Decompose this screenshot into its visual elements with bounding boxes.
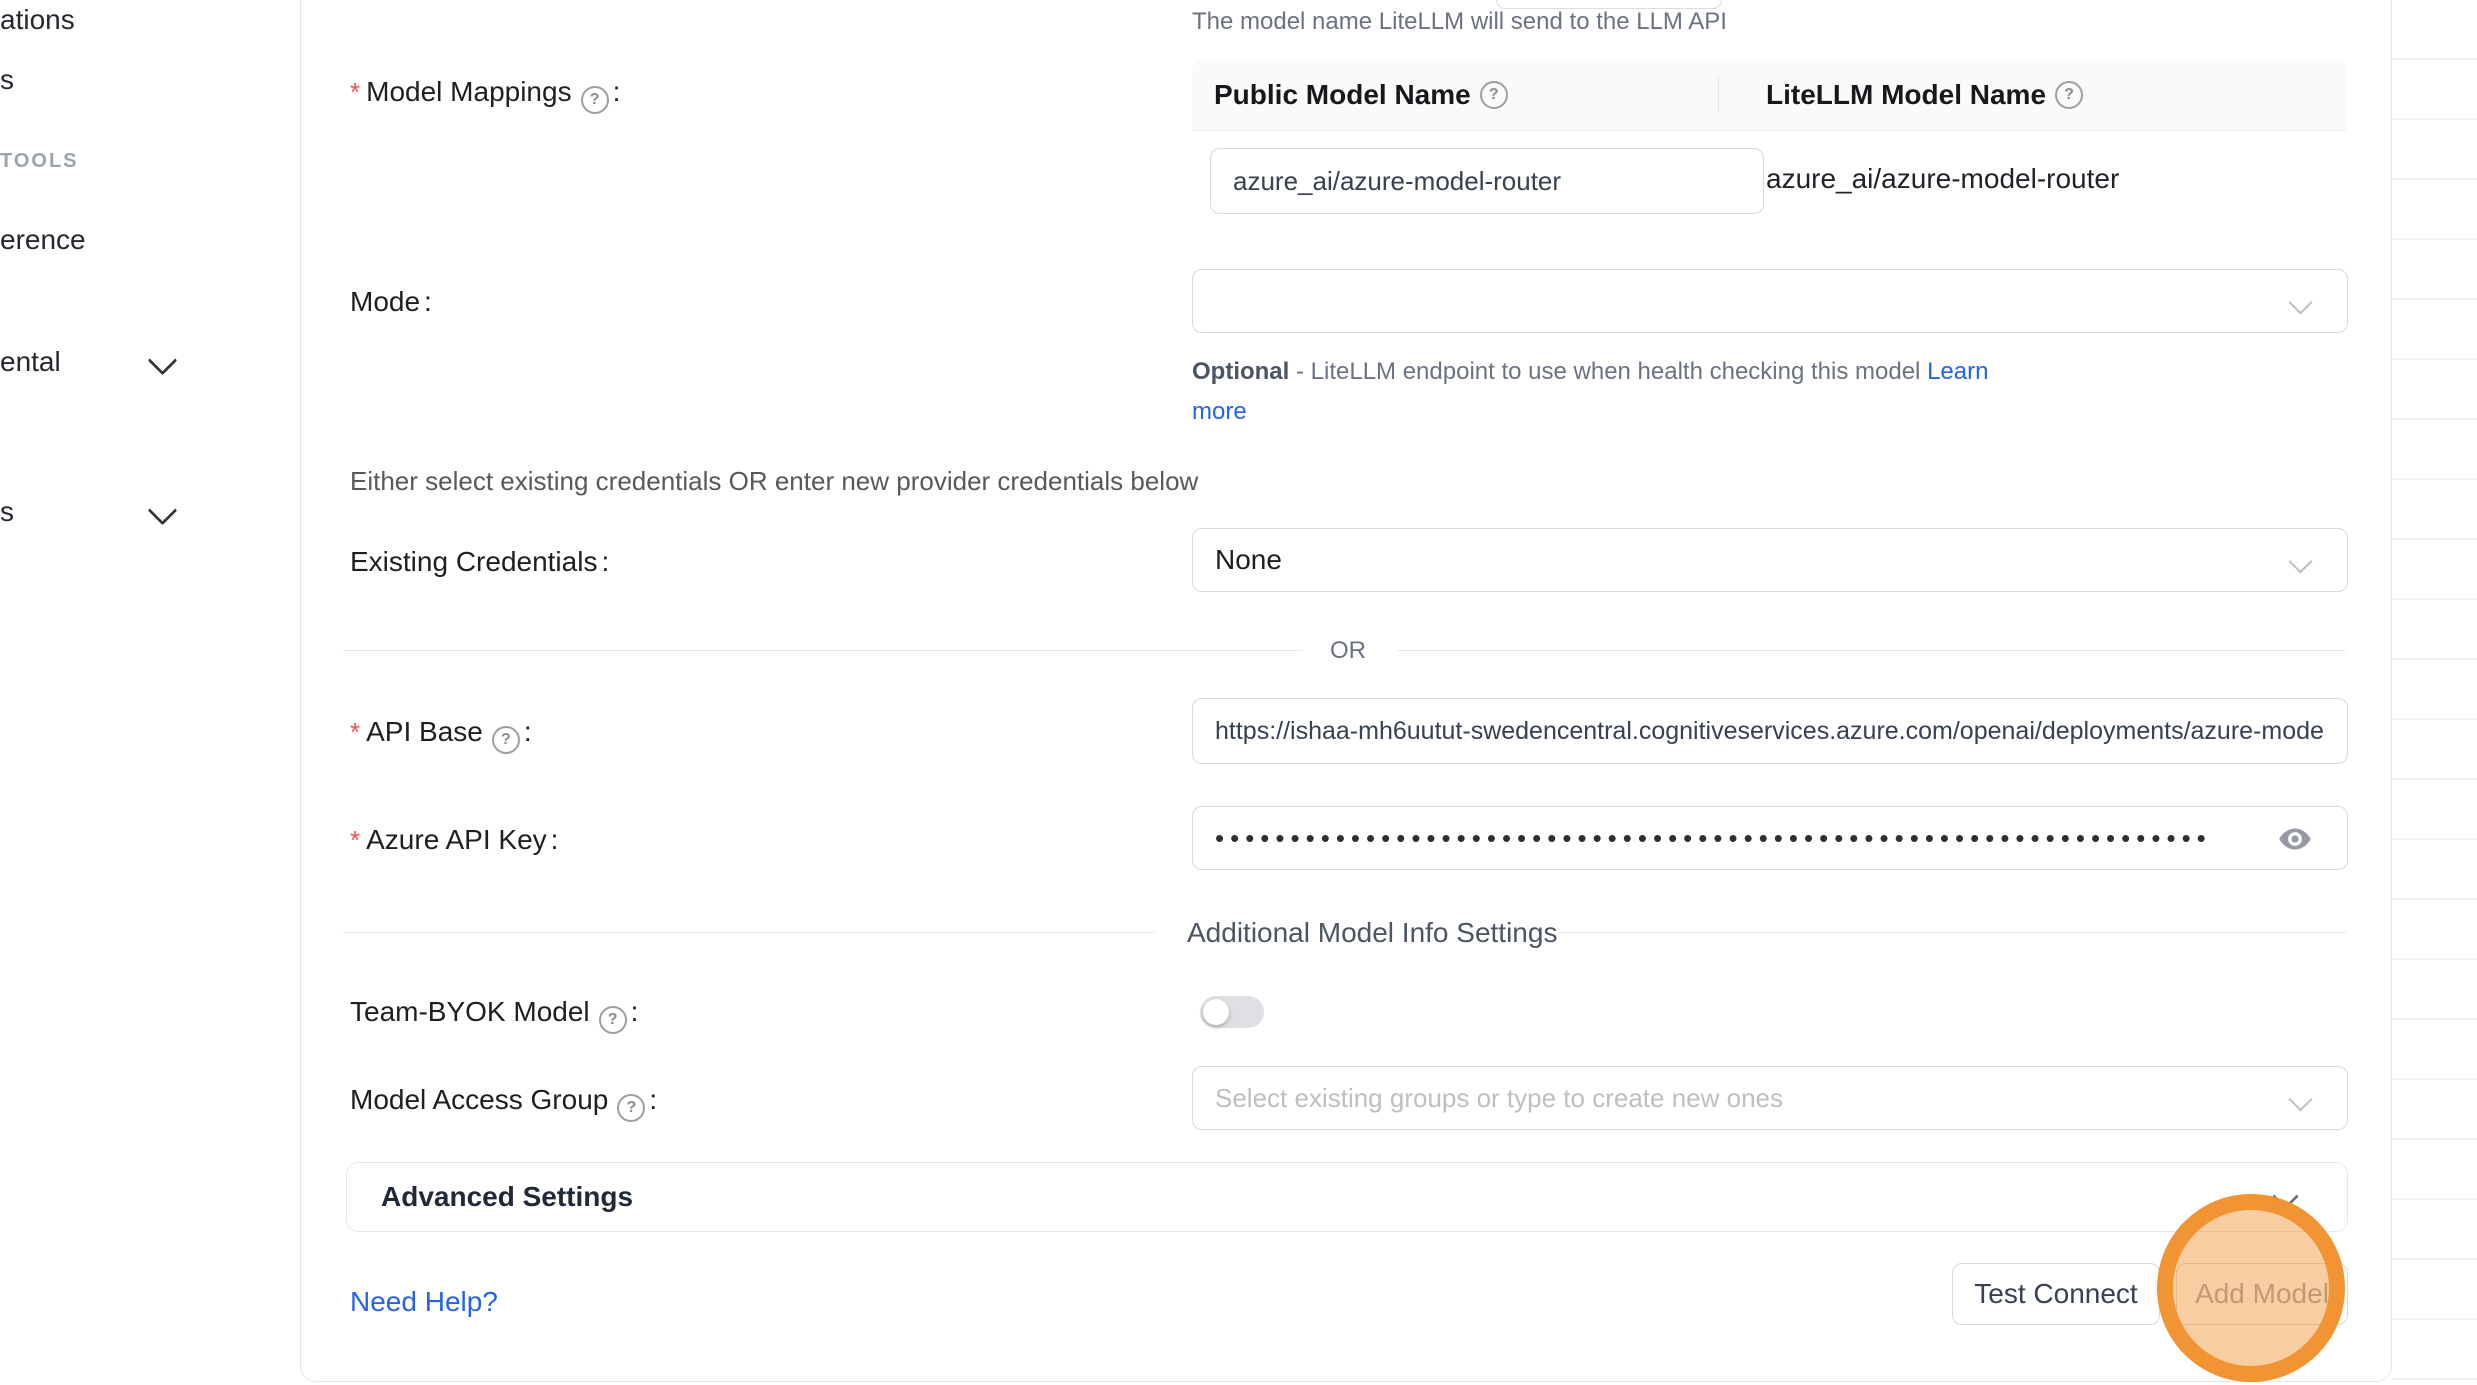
team-byok-label: Team-BYOK Model?: (350, 996, 638, 1034)
sidebar-item-inference[interactable]: erence (0, 224, 86, 256)
required-asterisk: * (350, 77, 360, 107)
background-table-lines (2392, 0, 2477, 1385)
section-divider-line-left (343, 932, 1155, 933)
click-annotation-circle (2157, 1194, 2345, 1382)
add-model-page: ations s TOOLS erence ental s The model … (0, 0, 2477, 1385)
table-row: azure_ai/azure-model-router azure_ai/azu… (1192, 131, 2346, 292)
advanced-settings-panel[interactable]: Advanced Settings (346, 1162, 2348, 1232)
help-question-icon[interactable]: ? (599, 1006, 627, 1034)
help-question-icon[interactable]: ? (1480, 81, 1508, 109)
chevron-down-icon (2288, 290, 2312, 314)
model-access-group-select[interactable]: Select existing groups or type to create… (1192, 1066, 2348, 1130)
required-asterisk: * (350, 717, 360, 747)
mode-label: Mode: (350, 286, 432, 318)
column-header-public-model-name: Public Model Name ? (1214, 79, 1508, 111)
sidebar-item-integrations[interactable]: ations (0, 4, 75, 36)
help-question-icon[interactable]: ? (581, 86, 609, 114)
model-mappings-label: *Model Mappings?: (350, 76, 620, 114)
chevron-down-icon[interactable] (148, 346, 178, 376)
model-mappings-table: Public Model Name ? LiteLLM Model Name ?… (1192, 60, 2346, 292)
required-asterisk: * (350, 825, 360, 855)
existing-credentials-label: Existing Credentials: (350, 546, 609, 578)
team-byok-toggle[interactable] (1200, 996, 1264, 1028)
column-divider (1718, 77, 1719, 113)
chevron-down-icon (2288, 1087, 2312, 1111)
existing-credentials-select[interactable]: None (1192, 528, 2348, 592)
model-name-helper-text: The model name LiteLLM will send to the … (1192, 8, 1727, 36)
help-question-icon[interactable]: ? (492, 726, 520, 754)
chevron-down-icon[interactable] (148, 496, 178, 526)
test-connect-button[interactable]: Test Connect (1952, 1263, 2160, 1325)
help-question-icon[interactable]: ? (617, 1094, 645, 1122)
mode-helper-text: Optional - LiteLLM endpoint to use when … (1192, 352, 2032, 432)
sidebar-item-experimental[interactable]: ental (0, 346, 61, 378)
credentials-note: Either select existing credentials OR en… (350, 466, 1198, 497)
section-divider-line-right (1558, 932, 2346, 933)
model-access-group-label: Model Access Group?: (350, 1084, 657, 1122)
azure-api-key-label: *Azure API Key: (350, 824, 558, 856)
or-divider-line-right (1397, 650, 2346, 651)
additional-settings-divider-title: Additional Model Info Settings (1187, 917, 1557, 949)
table-header-row: Public Model Name ? LiteLLM Model Name ? (1192, 60, 2346, 131)
litellm-model-name-value: azure_ai/azure-model-router (1766, 163, 2119, 195)
or-divider-text: OR (1330, 637, 1366, 665)
api-base-input[interactable]: https://ishaa-mh6uutut-swedencentral.cog… (1192, 698, 2348, 764)
eye-toggle-icon[interactable] (2277, 821, 2313, 857)
help-question-icon[interactable]: ? (2055, 81, 2083, 109)
sidebar-section-tools: TOOLS (0, 150, 79, 173)
advanced-settings-title: Advanced Settings (381, 1181, 633, 1213)
public-model-name-input[interactable]: azure_ai/azure-model-router (1210, 148, 1764, 214)
azure-api-key-input[interactable]: ••••••••••••••••••••••••••••••••••••••••… (1192, 806, 2348, 870)
sidebar-item-models[interactable]: s (0, 64, 14, 96)
or-divider-line-left (343, 650, 1302, 651)
api-base-label: *API Base?: (350, 716, 532, 754)
chevron-down-icon (2288, 549, 2312, 573)
column-header-litellm-model-name: LiteLLM Model Name ? (1766, 79, 2083, 111)
sidebar-item-settings[interactable]: s (0, 496, 14, 528)
need-help-link[interactable]: Need Help? (350, 1286, 498, 1318)
mode-select[interactable] (1192, 269, 2348, 333)
toggle-knob (1203, 999, 1229, 1025)
